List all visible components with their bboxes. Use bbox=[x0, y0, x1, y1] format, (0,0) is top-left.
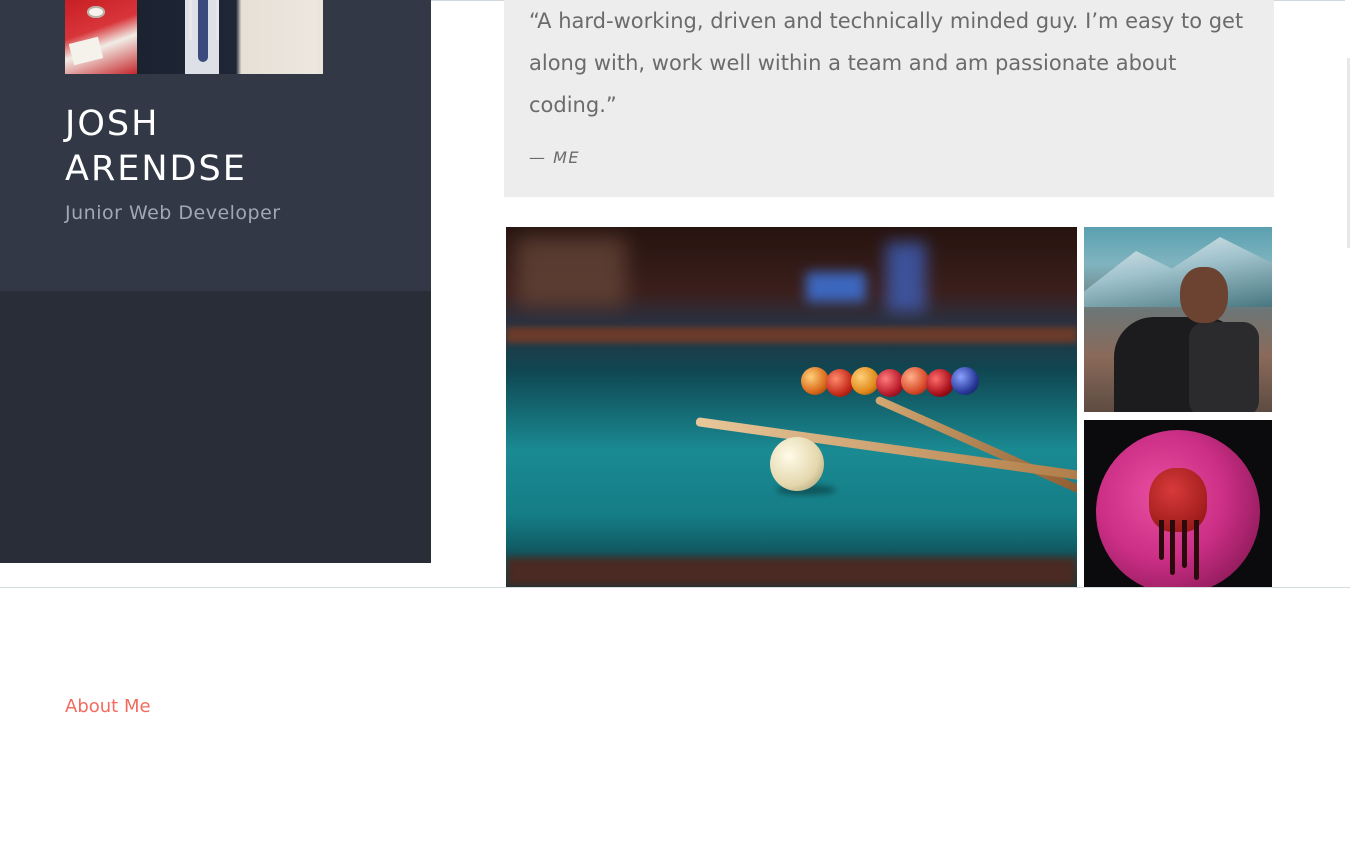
nav-item-about-me[interactable]: About Me bbox=[65, 696, 151, 717]
quote-block: “A hard-working, driven and technically … bbox=[504, 0, 1274, 197]
profile-name-line2: ARENDSE bbox=[65, 149, 247, 189]
quote-citation: — ME bbox=[529, 148, 580, 167]
sidebar-nav: Home About Me Projects Work & Education … bbox=[0, 291, 431, 840]
quote-text: “A hard-working, driven and technically … bbox=[529, 9, 1244, 117]
nav-item-projects[interactable]: Projects bbox=[65, 737, 136, 758]
profile-role: Junior Web Developer bbox=[65, 202, 281, 224]
gallery-image-moon[interactable] bbox=[1084, 420, 1272, 588]
nav-list: Home About Me Projects Work & Education … bbox=[65, 653, 226, 858]
sidebar-profile: JOSH ARENDSE Junior Web Developer bbox=[0, 0, 431, 291]
nav-item-work-education[interactable]: Work & Education bbox=[65, 778, 226, 799]
profile-photo bbox=[65, 0, 323, 74]
gallery-image-pool[interactable] bbox=[506, 227, 1077, 587]
nav-item-home[interactable]: Home bbox=[65, 655, 118, 676]
nav-item-skills[interactable]: Skills bbox=[65, 819, 111, 840]
profile-name: JOSH ARENDSE bbox=[65, 102, 247, 192]
profile-name-line1: JOSH bbox=[65, 104, 160, 144]
gallery-image-hiker[interactable] bbox=[1084, 227, 1272, 412]
